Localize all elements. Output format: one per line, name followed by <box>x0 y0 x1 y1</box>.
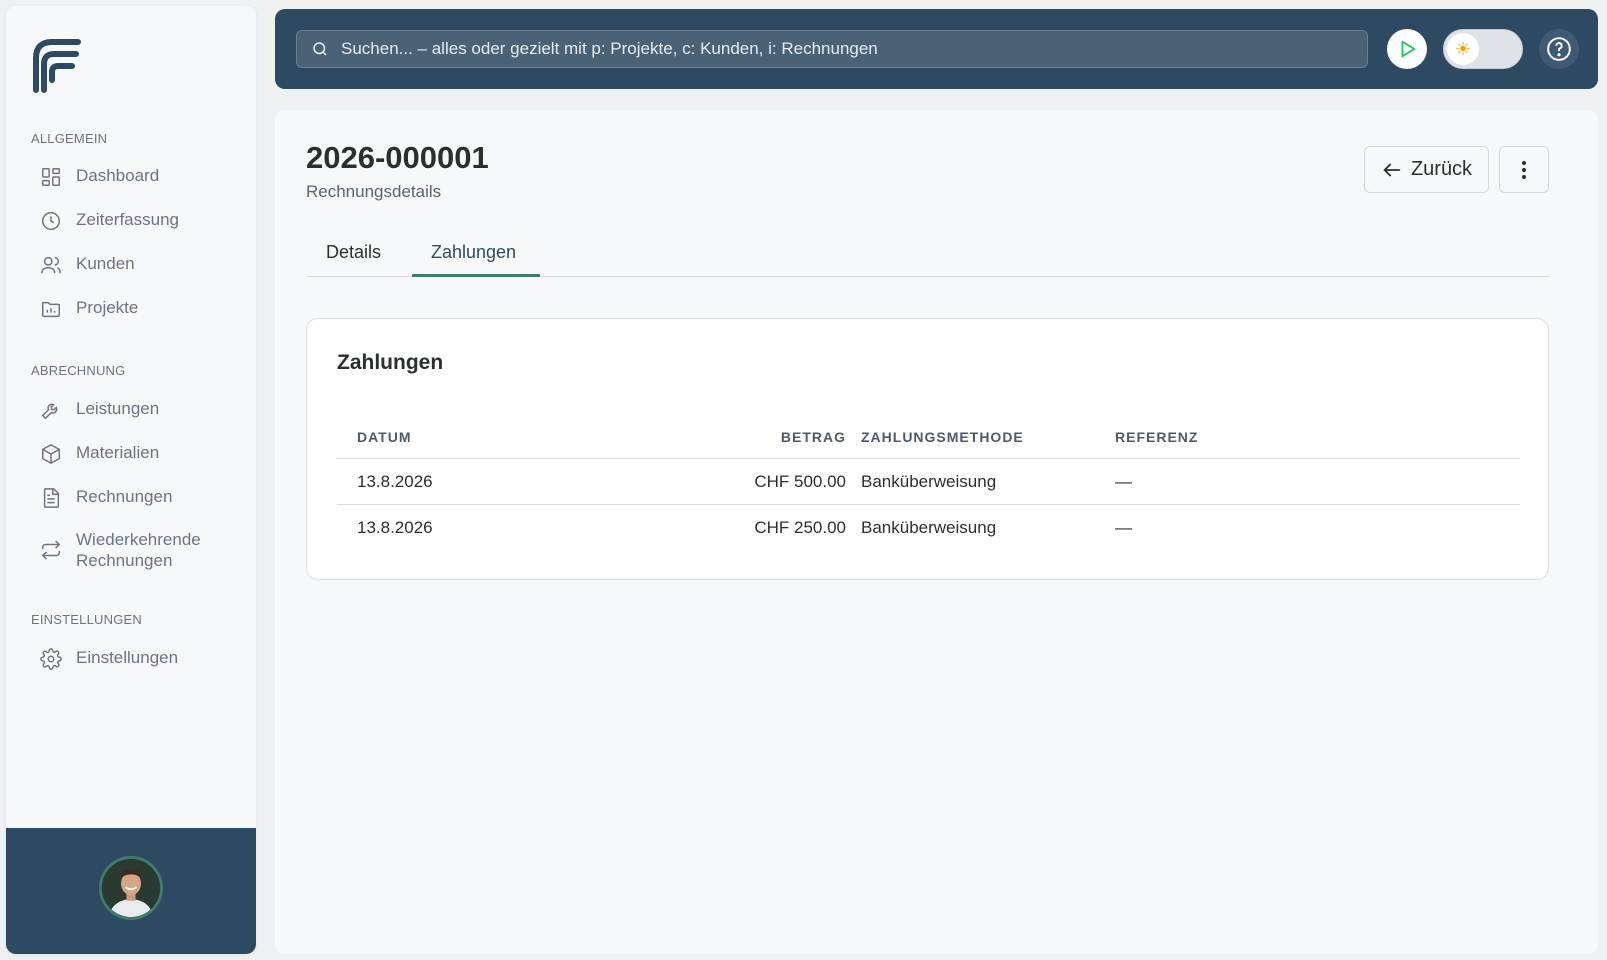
sidebar-item-label: Leistungen <box>76 399 160 418</box>
main-content: 2026-000001 Rechnungsdetails Zurück Deta… <box>275 110 1598 954</box>
sidebar-item-label: Dashboard <box>76 166 160 185</box>
active-tab-indicator <box>412 274 540 277</box>
sidebar-item-einstellungen[interactable]: Einstellungen <box>40 647 240 670</box>
cell-amount: CHF 250.00 <box>754 518 846 537</box>
payments-card: Zahlungen DATUM BETRAG ZAHLUNGSMETHODE R… <box>306 318 1549 580</box>
section-title-einstellungen: EINSTELLUNGEN <box>31 612 142 627</box>
sidebar-item-label: Rechnungen <box>76 487 173 506</box>
search-box[interactable] <box>296 30 1368 68</box>
cell-date: 13.8.2026 <box>357 471 433 491</box>
cell-reference: — <box>1115 518 1132 537</box>
back-button-label: Zurück <box>1410 158 1473 180</box>
sidebar-item-kunden[interactable]: Kunden <box>40 253 240 276</box>
payments-table: DATUM BETRAG ZAHLUNGSMETHODE REFERENZ 13… <box>337 415 1520 551</box>
sidebar-item-wiederkehrende-rechnungen[interactable]: Wiederkehrende Rechnungen <box>40 529 220 571</box>
column-header-datum[interactable]: DATUM <box>357 429 412 445</box>
users-icon <box>41 256 61 274</box>
wrench-icon <box>41 403 58 420</box>
tab-zahlungen[interactable]: Zahlungen <box>431 242 516 263</box>
theme-toggle[interactable]: ☀ <box>1443 29 1523 69</box>
sidebar-item-leistungen[interactable]: Leistungen <box>40 398 240 421</box>
sidebar-item-zeiterfassung[interactable]: Zeiterfassung <box>40 209 240 232</box>
table-row[interactable]: 13.8.2026 CHF 500.00 Banküberweisung — <box>337 459 1520 505</box>
sidebar-footer <box>6 828 256 954</box>
sidebar-item-dashboard[interactable]: Dashboard <box>40 165 240 188</box>
column-header-betrag[interactable]: BETRAG <box>781 429 846 445</box>
play-icon <box>1401 40 1416 58</box>
sidebar-item-materialien[interactable]: Materialien <box>40 442 240 465</box>
dashboard-icon <box>42 168 60 186</box>
cell-date: 13.8.2026 <box>357 518 433 537</box>
file-icon <box>43 488 60 508</box>
start-timer-button[interactable] <box>1387 29 1427 69</box>
back-button[interactable]: Zurück <box>1364 146 1489 193</box>
cell-method: Banküberweisung <box>861 518 997 537</box>
search-icon <box>313 42 327 56</box>
tab-details[interactable]: Details <box>326 242 381 263</box>
clock-icon <box>42 212 60 230</box>
section-title-abrechnung: ABRECHNUNG <box>31 363 126 378</box>
section-title-allgemein: ALLGEMEIN <box>31 131 108 146</box>
sidebar-item-label: Zeiterfassung <box>76 210 179 229</box>
gear-icon <box>40 648 62 670</box>
sidebar-item-projekte[interactable]: Projekte <box>40 297 240 320</box>
sun-icon: ☀ <box>1447 33 1479 65</box>
column-header-zahlungsmethode[interactable]: ZAHLUNGSMETHODE <box>861 429 1024 445</box>
page-subtitle: Rechnungsdetails <box>306 182 442 201</box>
sidebar-item-label: Projekte <box>76 298 139 317</box>
cell-amount: CHF 500.00 <box>754 471 846 491</box>
table-row[interactable]: 13.8.2026 CHF 250.00 Banküberweisung — <box>337 505 1520 551</box>
sidebar-item-rechnungen[interactable]: Rechnungen <box>40 486 240 509</box>
card-title: Zahlungen <box>337 351 444 374</box>
app-logo[interactable] <box>30 34 86 94</box>
package-icon <box>42 443 60 465</box>
tab-bar: Details Zahlungen <box>306 230 1549 277</box>
top-bar: ☀ <box>275 9 1598 89</box>
avatar[interactable] <box>99 856 163 920</box>
sidebar-item-label: Einstellungen <box>76 648 179 667</box>
more-vertical-icon <box>1522 160 1526 179</box>
help-icon <box>1547 37 1571 61</box>
cell-method: Banküberweisung <box>861 471 997 491</box>
more-options-button[interactable] <box>1499 146 1549 193</box>
avatar-image <box>102 859 160 917</box>
folder-chart-icon <box>42 301 60 318</box>
table-header: DATUM BETRAG ZAHLUNGSMETHODE REFERENZ <box>337 415 1520 459</box>
sidebar: ALLGEMEIN Dashboard Zeiterfassung Kunden… <box>6 6 256 954</box>
sidebar-item-label: Materialien <box>76 443 160 462</box>
page-title: 2026-000001 <box>306 140 489 175</box>
repeat-icon <box>41 540 61 560</box>
help-button[interactable] <box>1539 29 1579 69</box>
cell-reference: — <box>1115 471 1132 491</box>
search-input[interactable] <box>341 39 1367 59</box>
arrow-left-icon <box>1383 163 1401 176</box>
column-header-referenz[interactable]: REFERENZ <box>1115 429 1198 445</box>
sidebar-item-label: Kunden <box>76 254 135 273</box>
sidebar-item-label: Wiederkehrende Rechnungen <box>76 530 201 570</box>
